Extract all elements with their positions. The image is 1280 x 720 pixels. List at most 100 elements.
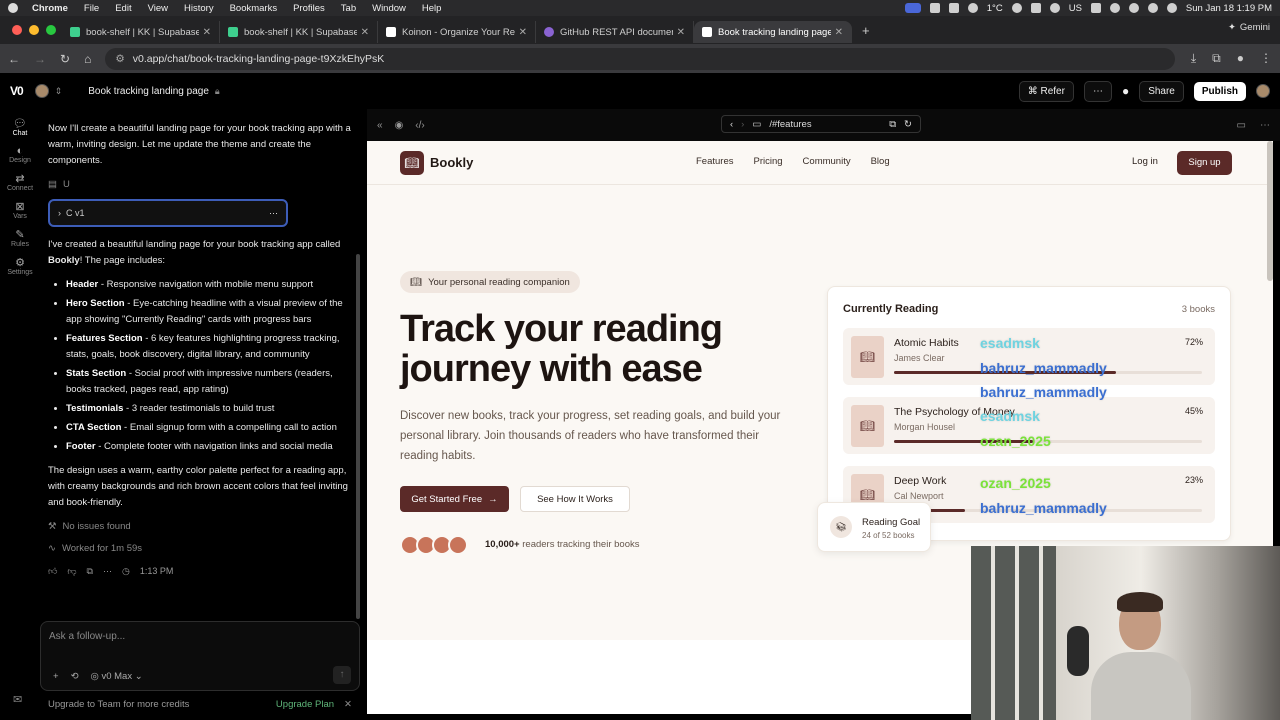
browser-tab[interactable]: book-shelf | KK | Supabase ✕ — [62, 21, 220, 43]
v0-logo[interactable]: V0 — [10, 84, 24, 98]
browser-tab[interactable]: book-shelf | KK | Supabase ✕ — [220, 21, 378, 43]
feedback-icon[interactable]: ✉ — [13, 693, 22, 706]
nav-community[interactable]: Community — [803, 156, 851, 167]
menu-kebab-icon[interactable]: ⋮ — [1260, 51, 1272, 66]
refer-button[interactable]: ⌘ Refer — [1018, 80, 1074, 102]
thumbs-up-icon[interactable]: 👍︎ — [48, 563, 57, 579]
menu-app-name[interactable]: Chrome — [32, 3, 68, 14]
github-icon[interactable]: ● — [1122, 84, 1129, 98]
get-started-button[interactable]: Get Started Free → — [400, 486, 509, 512]
user-avatar[interactable] — [34, 84, 49, 98]
input-source[interactable]: US — [1069, 3, 1082, 14]
share-button[interactable]: Share — [1139, 80, 1184, 102]
project-title[interactable]: Book tracking landing page — [88, 86, 209, 97]
menu-history[interactable]: History — [184, 3, 214, 14]
preview-eye-icon[interactable]: ◉ — [395, 120, 404, 131]
attach-icon[interactable]: ⟲ — [71, 671, 79, 682]
minimize-window-button[interactable] — [29, 25, 39, 35]
account-avatar[interactable] — [1256, 84, 1270, 98]
apple-icon[interactable] — [8, 3, 18, 13]
rail-design[interactable]: ◐ Design — [0, 145, 40, 164]
menu-edit[interactable]: Edit — [115, 3, 131, 14]
close-tab-icon[interactable]: ✕ — [519, 27, 527, 38]
send-button[interactable]: ↑ — [333, 666, 351, 684]
more-icon[interactable]: ⋯ — [103, 563, 112, 579]
publish-button[interactable]: Publish — [1193, 81, 1246, 101]
back-arrow-icon[interactable]: ← — [8, 52, 20, 66]
route-back-icon[interactable]: ‹ — [730, 119, 733, 130]
chevron-updown-icon[interactable]: ⇕ — [55, 86, 63, 97]
model-selector[interactable]: ◎ v0 Max ⌄ — [91, 671, 143, 682]
rail-settings[interactable]: ⚙ Settings — [0, 256, 40, 276]
followup-input[interactable]: Ask a follow-up... — [41, 622, 359, 651]
collapse-icon[interactable]: « — [377, 120, 383, 131]
version-card[interactable]: › C v1 ⋯ — [48, 199, 288, 227]
nav-pricing[interactable]: Pricing — [754, 156, 783, 167]
nav-features[interactable]: Features — [696, 156, 734, 167]
signup-button[interactable]: Sign up — [1177, 151, 1232, 175]
plus-icon[interactable]: + — [53, 671, 59, 682]
site-settings-icon[interactable]: ⚙ — [115, 53, 124, 65]
route-forward-icon[interactable]: › — [741, 119, 744, 130]
zoom-window-button[interactable] — [46, 25, 56, 35]
menu-file[interactable]: File — [84, 3, 99, 14]
rail-vars[interactable]: ⊠ Vars — [0, 200, 40, 220]
profile-icon[interactable]: ● — [1237, 51, 1244, 66]
weather-icon[interactable] — [967, 3, 978, 13]
volume-icon[interactable] — [1030, 3, 1041, 13]
screen-record-icon[interactable] — [904, 3, 921, 13]
login-link[interactable]: Log in — [1132, 156, 1158, 167]
control-center-icon[interactable] — [1147, 3, 1158, 13]
siri-icon[interactable] — [1166, 3, 1177, 13]
download-icon[interactable]: ⤓ — [1191, 51, 1196, 66]
upgrade-plan-link[interactable]: Upgrade Plan — [276, 699, 334, 710]
chat-scrollbar[interactable] — [356, 254, 360, 619]
home-icon[interactable]: ⌂ — [84, 52, 91, 66]
gemini-button[interactable]: ✦ Gemini — [1228, 22, 1270, 33]
browser-tab[interactable]: Koinon - Organize Your Readi ✕ — [378, 21, 536, 43]
rail-chat[interactable]: 💬︎ Chat — [0, 117, 40, 137]
code-icon[interactable]: ‹/› — [415, 120, 424, 131]
see-how-button[interactable]: See How It Works — [520, 486, 630, 512]
rail-rules[interactable]: ✎ Rules — [0, 228, 40, 248]
browser-tab-active[interactable]: Book tracking landing page ✕ — [694, 21, 852, 43]
nav-blog[interactable]: Blog — [871, 156, 890, 167]
close-tab-icon[interactable]: ✕ — [203, 27, 211, 38]
device-icon[interactable]: ▭ — [752, 119, 761, 130]
extension-icon[interactable] — [929, 3, 940, 13]
menu-bookmarks[interactable]: Bookmarks — [230, 3, 278, 14]
wifi-icon[interactable] — [1109, 3, 1120, 13]
browser-tab[interactable]: GitHub REST API documentati ✕ — [536, 21, 694, 43]
thumbs-down-icon[interactable]: 👎︎ — [67, 563, 76, 579]
clock[interactable]: Sun Jan 18 1:19 PM — [1186, 3, 1272, 14]
more-button[interactable]: ⋯ — [1083, 80, 1112, 102]
close-window-button[interactable] — [12, 25, 22, 35]
close-icon[interactable]: ✕ — [344, 699, 352, 710]
copy-icon[interactable]: ⧉ — [87, 563, 93, 579]
battery-icon[interactable] — [1090, 3, 1101, 13]
display-icon[interactable] — [948, 3, 959, 13]
close-tab-icon[interactable]: ✕ — [677, 27, 685, 38]
refresh-preview-icon[interactable]: ↻ — [904, 119, 912, 130]
close-tab-icon[interactable]: ✕ — [835, 27, 843, 38]
menu-profiles[interactable]: Profiles — [293, 3, 325, 14]
open-external-icon[interactable]: ⧉ — [889, 119, 896, 130]
route-path-input[interactable]: /#features — [769, 119, 881, 130]
menu-help[interactable]: Help — [422, 3, 442, 14]
focus-moon-icon[interactable] — [1011, 3, 1022, 13]
reload-icon[interactable]: ↻ — [60, 52, 70, 66]
rail-connect[interactable]: ⇄ Connect — [0, 172, 40, 192]
new-tab-button[interactable]: + — [862, 23, 870, 38]
menu-tab[interactable]: Tab — [341, 3, 356, 14]
file-reference[interactable]: ▤ U — [48, 177, 354, 193]
panel-toggle-icon[interactable]: ▭ — [1237, 120, 1246, 131]
forward-arrow-icon[interactable]: → — [34, 52, 46, 66]
search-icon[interactable] — [1128, 3, 1139, 13]
menu-window[interactable]: Window — [372, 3, 406, 14]
preview-more-icon[interactable]: ⋯ — [1260, 120, 1270, 131]
timer-icon[interactable] — [1049, 3, 1060, 13]
url-input[interactable]: ⚙ v0.app/chat/book-tracking-landing-page… — [105, 47, 1176, 70]
extensions-icon[interactable]: ⧉ — [1212, 51, 1221, 66]
version-menu-icon[interactable]: ⋯ — [269, 205, 278, 221]
book-open-icon[interactable]: 📖︎ — [400, 150, 424, 175]
